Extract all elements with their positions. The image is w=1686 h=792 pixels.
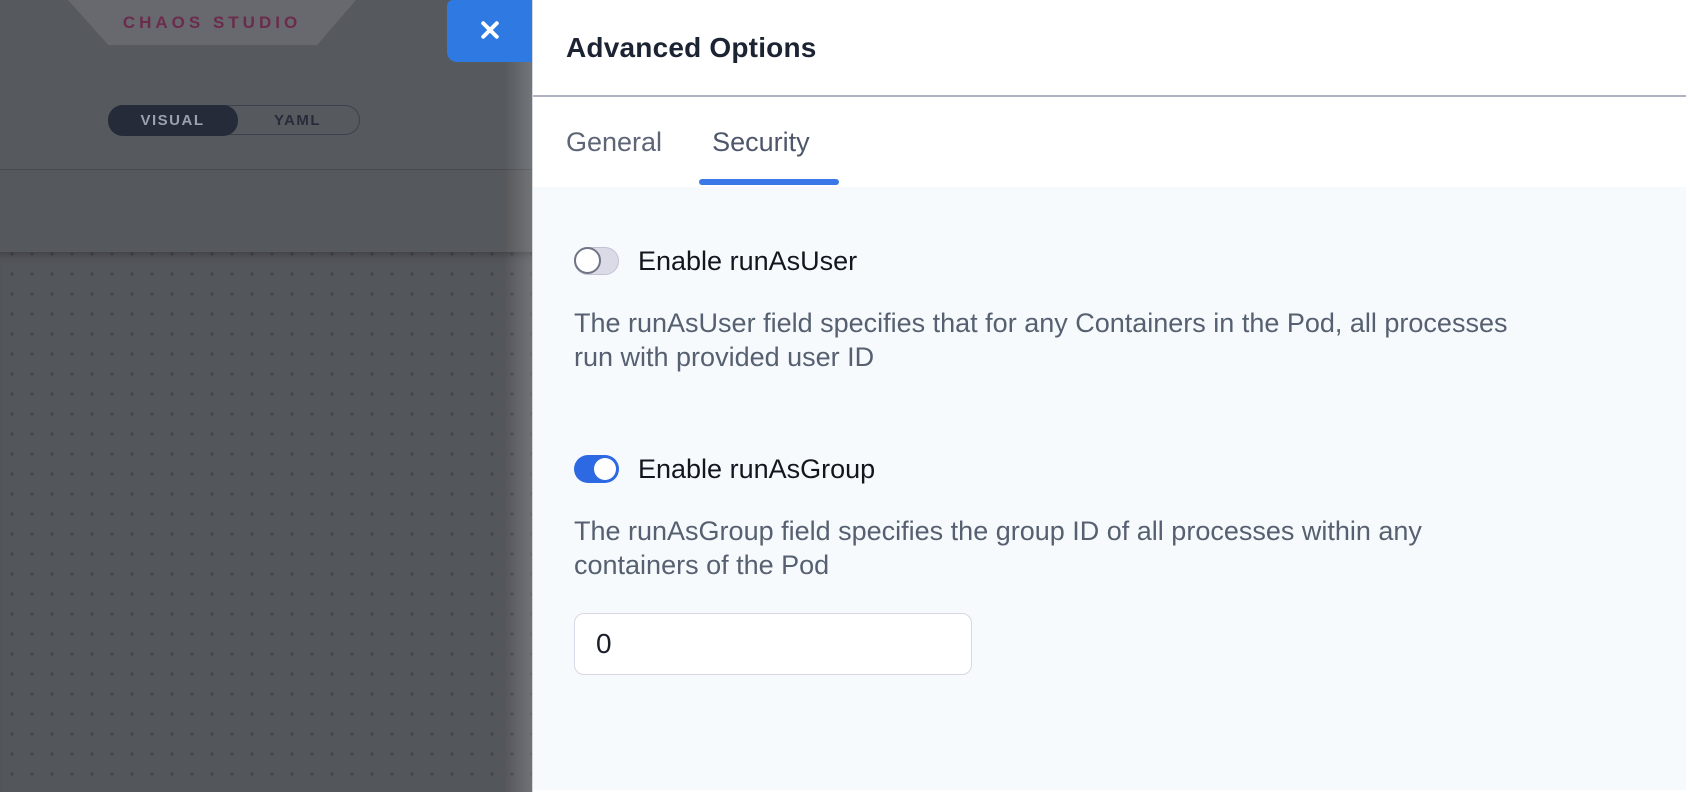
background-toolbar <box>0 171 532 252</box>
tab-yaml[interactable]: YAML <box>236 106 359 134</box>
run-as-group-row: Enable runAsGroup <box>574 455 1638 483</box>
runasgroup-description-line1: The runAsGroup field specifies the group… <box>574 514 1638 548</box>
toggle-knob <box>594 458 616 480</box>
workflow-canvas <box>0 252 532 792</box>
drawer-tab-bar: General Security <box>533 97 1686 187</box>
enable-runasuser-label: Enable runAsUser <box>638 246 857 277</box>
close-icon <box>476 16 504 47</box>
active-tab-indicator <box>699 179 839 185</box>
tab-security[interactable]: Security <box>712 127 810 158</box>
close-drawer-button[interactable] <box>447 0 532 62</box>
brand-banner: CHAOS STUDIO <box>68 0 356 45</box>
runasuser-description-line2: run with provided user ID <box>574 340 1638 374</box>
visual-yaml-switcher: VISUAL YAML <box>108 105 360 135</box>
page-title: Advanced Options <box>566 32 817 64</box>
enable-runasgroup-label: Enable runAsGroup <box>638 454 875 485</box>
drawer-header: Advanced Options <box>533 0 1686 97</box>
advanced-options-drawer: Advanced Options General Security Enable… <box>532 0 1686 792</box>
runasgroup-description-line2: containers of the Pod <box>574 548 1638 582</box>
enable-runasgroup-toggle[interactable] <box>574 455 619 483</box>
runasuser-description-line1: The runAsUser field specifies that for a… <box>574 306 1638 340</box>
tab-visual[interactable]: VISUAL <box>108 105 238 136</box>
runasgroup-description: The runAsGroup field specifies the group… <box>574 514 1638 582</box>
runasuser-description: The runAsUser field specifies that for a… <box>574 306 1638 374</box>
brand-title: CHAOS STUDIO <box>123 13 301 33</box>
security-tab-panel: Enable runAsUser The runAsUser field spe… <box>533 187 1686 790</box>
enable-runasuser-toggle[interactable] <box>574 247 619 275</box>
runasgroup-value-input[interactable] <box>574 613 972 675</box>
toggle-knob <box>574 247 601 274</box>
tab-general[interactable]: General <box>566 127 662 158</box>
run-as-user-row: Enable runAsUser <box>574 247 1638 275</box>
background-app: CHAOS STUDIO VISUAL YAML <box>0 0 532 792</box>
